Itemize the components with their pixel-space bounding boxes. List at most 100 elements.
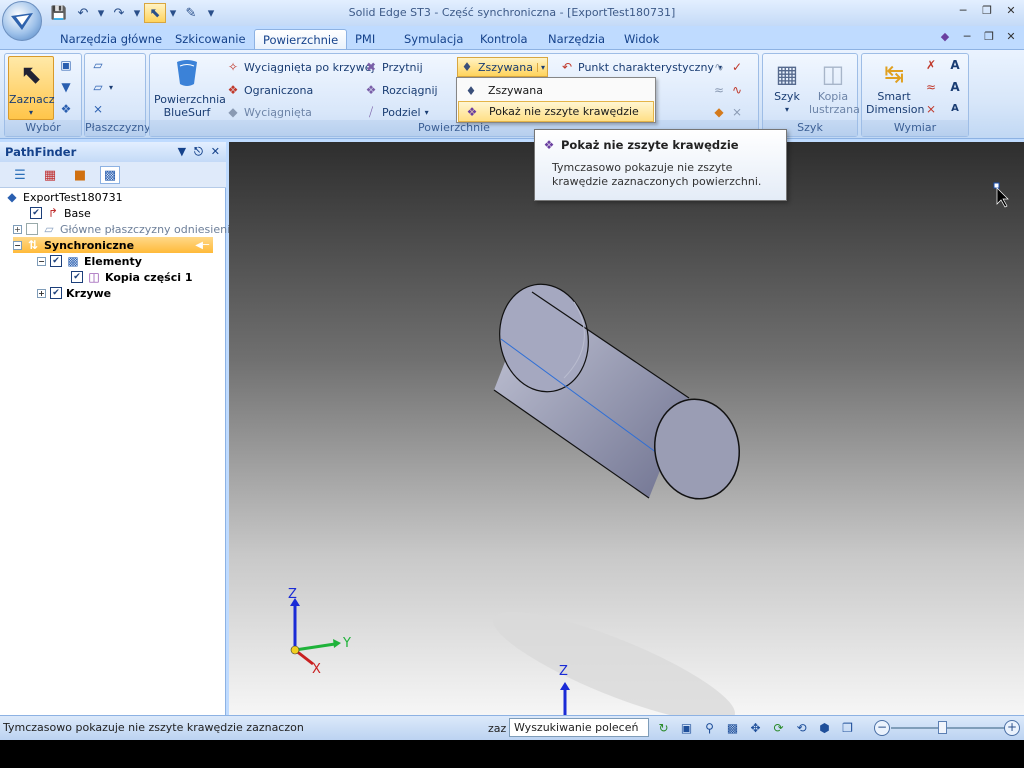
- plane-icon[interactable]: ▱: [91, 58, 105, 72]
- fit-icon[interactable]: ▩: [723, 719, 742, 737]
- doc-close-icon[interactable]: ✕: [1002, 29, 1020, 45]
- wyciagnieta-button[interactable]: ◆ Wyciągnięta: [226, 105, 312, 119]
- window-controls: ─ ❐ ✕: [954, 3, 1020, 19]
- font-grow-icon[interactable]: A: [948, 80, 962, 94]
- dimension-tool-2-icon[interactable]: ≈: [924, 80, 938, 94]
- feature-tree-icon[interactable]: ▩: [100, 166, 120, 184]
- visibility-checkbox[interactable]: ✔: [71, 271, 83, 283]
- tree-item-kopia-czesci-1[interactable]: ✔ ◫ Kopia części 1: [71, 269, 193, 285]
- keypoint-curve-icon: ↶: [561, 60, 573, 74]
- minimize-icon[interactable]: ─: [954, 3, 972, 19]
- zoom-slider-thumb[interactable]: [938, 721, 947, 734]
- coordinate-system-icon: ↱: [47, 206, 59, 220]
- cylinder-part[interactable]: [491, 277, 747, 505]
- part-copy-icon: ◫: [88, 270, 100, 284]
- spin-icon[interactable]: ⟲: [792, 719, 811, 737]
- rotate-icon[interactable]: ⟳: [769, 719, 788, 737]
- zoom-area-icon[interactable]: ▣: [677, 719, 696, 737]
- expand-toggle[interactable]: +: [37, 288, 46, 298]
- close-icon[interactable]: ✕: [1002, 3, 1020, 19]
- tab-powierzchnie[interactable]: Powierzchnie: [254, 29, 348, 50]
- tab-kontrola[interactable]: Kontrola: [472, 29, 536, 50]
- curve-tool-2-icon[interactable]: ≈ ∿: [712, 83, 744, 97]
- group-wymiar: ↹ Smart Dimension ✗ ≈ ⨯ A A A Wymiar: [861, 53, 969, 137]
- tree-item-elementy[interactable]: − ✔ ▩ Elementy: [37, 253, 142, 269]
- zoom-icon[interactable]: ⚲: [700, 719, 719, 737]
- group-label-plaszczyzny: Płaszczyzny: [85, 120, 151, 136]
- przytnij-button[interactable]: ✖ Przytnij: [364, 60, 423, 74]
- pin-icon[interactable]: ⎋: [194, 145, 203, 159]
- szyk-button[interactable]: ▦ Szyk ▾: [767, 58, 807, 116]
- tab-symulacja[interactable]: Symulacja: [396, 29, 471, 50]
- menu-item-pokaz-nie-zszyte-krawedzie[interactable]: ❖ Pokaż nie zszyte krawędzie: [458, 101, 654, 122]
- visibility-checkbox[interactable]: ✔: [50, 255, 62, 267]
- zoom-in-button[interactable]: +: [1004, 720, 1020, 736]
- visibility-checkbox[interactable]: ✔: [50, 287, 62, 299]
- appearance-icon[interactable]: ▦: [40, 166, 60, 184]
- stitch-icon: ♦: [461, 60, 473, 74]
- podziel-button[interactable]: ⧸ Podziel ▾: [364, 105, 429, 119]
- zszywana-split-button[interactable]: ♦ Zszywana ▾: [457, 57, 549, 77]
- tree-item-synchroniczne[interactable]: − ⇅ Synchroniczne ◀─: [13, 237, 213, 253]
- rozciagnij-button[interactable]: ❖ Rozciągnij: [364, 83, 438, 97]
- application-button[interactable]: [2, 1, 42, 41]
- pattern-icon: ▦: [775, 60, 799, 88]
- panel-menu-icon[interactable]: ▼: [178, 145, 186, 159]
- doc-minimize-icon[interactable]: ─: [958, 29, 976, 45]
- status-prefix: zaz: [488, 722, 507, 735]
- zszywana-dropdown-arrow[interactable]: ▾: [537, 62, 545, 72]
- select-options-icon[interactable]: ❖: [59, 102, 73, 116]
- color-map-icon[interactable]: ■: [70, 166, 90, 184]
- collapse-toggle[interactable]: −: [37, 256, 46, 266]
- tab-narzedzia[interactable]: Narzędzia: [540, 29, 613, 50]
- visibility-checkbox[interactable]: ✔: [26, 223, 38, 235]
- visibility-checkbox[interactable]: ✔: [30, 207, 42, 219]
- ograniczona-button[interactable]: ❖ Ograniczona: [226, 83, 314, 97]
- tree-item-reference-planes[interactable]: + ✔ ▱ Główne płaszczyzny odniesienia: [13, 221, 237, 237]
- zoom-slider-track[interactable]: [891, 727, 1006, 729]
- font-shrink-icon[interactable]: A: [948, 102, 962, 116]
- command-search-input[interactable]: [509, 718, 649, 737]
- restore-icon[interactable]: ❐: [978, 3, 996, 19]
- tooltip-title: Pokaż nie zszyte krawędzie: [561, 138, 739, 152]
- help-controls: ◆ ─ ❐ ✕: [936, 29, 1020, 45]
- view-orientation-icon[interactable]: ⬢: [815, 719, 834, 737]
- tree-item-krzywe[interactable]: + ✔ Krzywe: [37, 285, 111, 301]
- collapse-toggle[interactable]: −: [13, 240, 22, 250]
- smart-dimension-icon: ↹: [883, 60, 905, 88]
- pan-icon[interactable]: ✥: [746, 719, 765, 737]
- tab-narzedzia-glowne[interactable]: Narzędzia główne: [52, 29, 170, 50]
- wyciagnieta-po-krzywej-button[interactable]: ✧ Wyciągnięta po krzywej: [226, 60, 375, 74]
- expand-toggle[interactable]: +: [13, 224, 22, 234]
- dimension-tool-1-icon[interactable]: ✗: [924, 58, 938, 72]
- view-cube-icon[interactable]: ❐: [838, 719, 857, 737]
- curve-tool-3-icon[interactable]: ◆ ⨯: [712, 105, 744, 119]
- plane-normal-icon[interactable]: ▱ ▾: [91, 80, 113, 94]
- powierzchnia-bluesurf-button[interactable]: Powierzchnia BlueSurf: [154, 58, 226, 119]
- zaznacz-button[interactable]: ⬉ Zaznacz ▾: [8, 56, 55, 120]
- punkt-charakterystyczny-button[interactable]: ↶ Punkt charakterystyczny ▾: [560, 60, 722, 74]
- tab-widok[interactable]: Widok: [616, 29, 667, 50]
- filter-icon[interactable]: ▼: [59, 80, 73, 94]
- panel-close-icon[interactable]: ✕: [211, 145, 220, 159]
- graphics-viewport[interactable]: Z Y X Z: [229, 142, 1024, 715]
- tree-item-root[interactable]: ◆ ExportTest180731: [5, 189, 122, 205]
- refresh-icon[interactable]: ↻: [654, 719, 673, 737]
- smart-dimension-button[interactable]: ↹ Smart Dimension: [866, 58, 924, 116]
- curve-tool-1-icon[interactable]: ∿ ✓: [712, 60, 744, 74]
- coordinate-triad: Z Y X: [288, 587, 351, 677]
- kopia-lustrzana-button[interactable]: ◫ Kopia lustrzana: [809, 58, 860, 116]
- layers-icon[interactable]: ☰: [10, 166, 30, 184]
- tab-szkicowanie[interactable]: Szkicowanie: [167, 29, 254, 50]
- menu-item-zszywana[interactable]: ♦ Zszywana: [458, 80, 654, 101]
- select-box-icon[interactable]: ▣: [59, 58, 73, 72]
- features-icon: ▩: [67, 254, 79, 268]
- help-icon[interactable]: ◆: [936, 29, 954, 45]
- tree-item-base[interactable]: ✔ ↱ Base: [30, 205, 91, 221]
- dimension-tool-3-icon[interactable]: ⨯: [924, 102, 938, 116]
- doc-restore-icon[interactable]: ❐: [980, 29, 998, 45]
- zoom-out-button[interactable]: −: [874, 720, 890, 736]
- coordinate-system-icon[interactable]: ⨯: [91, 102, 105, 116]
- text-annotation-icon[interactable]: A: [948, 58, 962, 72]
- tab-pmi[interactable]: PMI: [347, 29, 383, 50]
